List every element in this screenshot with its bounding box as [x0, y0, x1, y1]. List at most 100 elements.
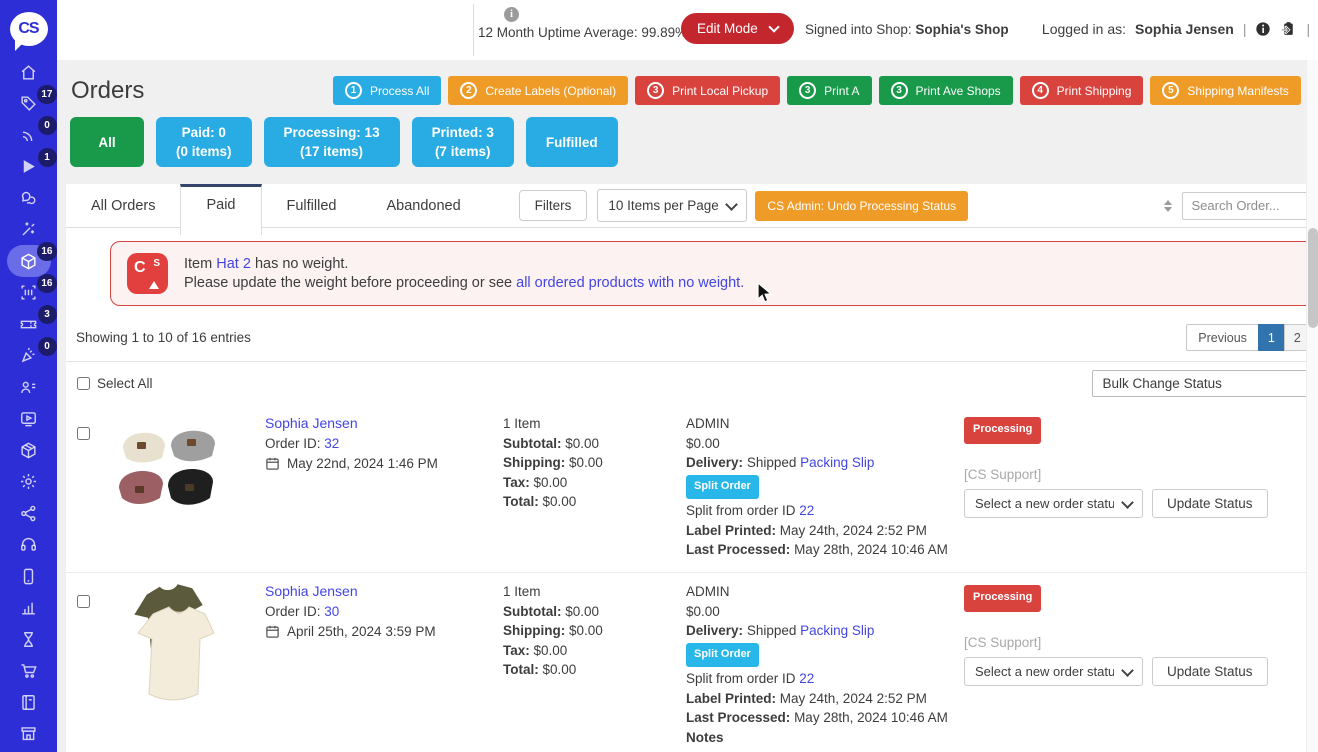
- tax-value: $0.00: [534, 475, 568, 490]
- sidebar-item-mobile-app[interactable]: [7, 566, 51, 586]
- search-order-input[interactable]: [1182, 192, 1318, 220]
- sidebar-item-orders[interactable]: 16: [7, 251, 51, 271]
- party-icon: [19, 346, 38, 365]
- process-all-button[interactable]: 1 Process All: [333, 76, 441, 105]
- sidebar-item-catalog[interactable]: [7, 692, 51, 712]
- headset-icon: [19, 535, 38, 554]
- packing-slip-link[interactable]: Packing Slip: [800, 623, 874, 638]
- sidebar-item-carts[interactable]: [7, 661, 51, 681]
- sidebar-item-automations[interactable]: [7, 220, 51, 240]
- tab-fulfilled[interactable]: Fulfilled: [262, 184, 362, 228]
- sort-icon[interactable]: [1164, 200, 1172, 212]
- sidebar-item-customers[interactable]: [7, 377, 51, 397]
- divider: |: [1306, 21, 1310, 37]
- filter-label: Processing: 13: [284, 123, 380, 142]
- update-status-button[interactable]: Update Status: [1152, 489, 1268, 518]
- product-image[interactable]: [113, 582, 265, 747]
- item-link[interactable]: Hat 2: [216, 256, 251, 272]
- select-all-checkbox[interactable]: [77, 377, 90, 390]
- filter-processing-button[interactable]: Processing: 13 (17 items): [264, 117, 400, 167]
- share-icon: [19, 504, 38, 523]
- order-checkbox[interactable]: [77, 427, 90, 440]
- step-number: 3: [799, 82, 816, 99]
- notes-label[interactable]: Notes: [686, 728, 964, 748]
- packing-slip-link[interactable]: Packing Slip: [800, 455, 874, 470]
- bar-chart-icon: [19, 598, 38, 617]
- print-ave-shops-button[interactable]: 3 Print Ave Shops: [879, 76, 1013, 105]
- total-value: $0.00: [543, 494, 577, 509]
- create-labels-button[interactable]: 2 Create Labels (Optional): [448, 76, 628, 105]
- items-per-page-select[interactable]: 10 Items per Page: [597, 189, 747, 222]
- tab-abandoned[interactable]: Abandoned: [361, 184, 485, 228]
- filter-printed-button[interactable]: Printed: 3 (7 items): [412, 117, 514, 167]
- edit-mode-button[interactable]: Edit Mode: [681, 13, 794, 44]
- switch-user-icon[interactable]: [1280, 20, 1297, 37]
- uptime-text: 12 Month Uptime Average: 99.89%: [478, 25, 687, 40]
- order-id-link[interactable]: 30: [324, 604, 339, 619]
- filter-all-button[interactable]: All: [70, 117, 144, 167]
- sidebar-item-waitlist[interactable]: [7, 629, 51, 649]
- split-order-id-link[interactable]: 22: [799, 671, 814, 686]
- magic-wand-icon: [19, 220, 38, 239]
- vertical-scrollbar[interactable]: [1306, 60, 1318, 752]
- shipping-value: $0.00: [569, 623, 603, 638]
- order-status-select[interactable]: Select a new order status..: [964, 489, 1143, 518]
- order-status-select[interactable]: Select a new order status..: [964, 657, 1143, 686]
- details-cell: ADMIN $0.00 Delivery: Shipped Packing Sl…: [686, 414, 964, 572]
- sidebar-item-inventory[interactable]: [7, 440, 51, 460]
- cs-admin-undo-button[interactable]: CS Admin: Undo Processing Status: [755, 191, 968, 221]
- no-weight-products-link[interactable]: all ordered products with no weight.: [516, 275, 744, 291]
- filters-button[interactable]: Filters: [519, 190, 588, 221]
- label-printed-value: May 24th, 2024 2:52 PM: [780, 523, 927, 538]
- tab-all-orders[interactable]: All Orders: [66, 184, 180, 228]
- order-id-link[interactable]: 32: [324, 436, 339, 451]
- channel-amount: $0.00: [686, 602, 964, 622]
- product-image[interactable]: [113, 414, 265, 572]
- sidebar-item-products[interactable]: 17: [7, 94, 51, 114]
- shipping-manifests-button[interactable]: 5 Shipping Manifests: [1150, 76, 1300, 105]
- order-row: Sophia Jensen Order ID: 30 April 25th, 2…: [66, 572, 1318, 747]
- sidebar-item-messages[interactable]: [7, 188, 51, 208]
- print-local-pickup-button[interactable]: 3 Print Local Pickup: [635, 76, 780, 105]
- pagination-page-1[interactable]: 1: [1258, 324, 1285, 351]
- sidebar-item-support[interactable]: [7, 535, 51, 555]
- scrollbar-thumb[interactable]: [1308, 228, 1318, 328]
- print-shipping-button[interactable]: 4 Print Shipping: [1020, 76, 1144, 105]
- bulk-change-status-select[interactable]: Bulk Change Status: [1092, 370, 1318, 397]
- sidebar-item-scan[interactable]: 16: [7, 283, 51, 303]
- badge-count: 16: [37, 242, 56, 261]
- customer-link[interactable]: Sophia Jensen: [265, 415, 358, 431]
- sidebar-item-coupons[interactable]: 3: [7, 314, 51, 334]
- info-icon[interactable]: i: [504, 7, 519, 22]
- contacts-icon: [19, 378, 38, 397]
- total-value: $0.00: [543, 662, 577, 677]
- badge-count: 16: [37, 274, 56, 293]
- split-order-id-link[interactable]: 22: [799, 503, 814, 518]
- sidebar-item-shop[interactable]: [7, 724, 51, 744]
- update-status-button[interactable]: Update Status: [1152, 657, 1268, 686]
- app-logo[interactable]: CS: [0, 0, 57, 58]
- details-cell: ADMIN $0.00 Delivery: Shipped Packing Sl…: [686, 582, 964, 747]
- sidebar-item-reports[interactable]: [7, 598, 51, 618]
- sidebar-item-live[interactable]: 1: [7, 157, 51, 177]
- sidebar-item-settings[interactable]: [7, 472, 51, 492]
- info-icon[interactable]: [1255, 21, 1271, 37]
- sidebar-item-broadcast[interactable]: 0: [7, 125, 51, 145]
- sidebar-item-home[interactable]: [7, 62, 51, 82]
- filter-label: All: [90, 133, 124, 152]
- filter-sublabel: (0 items): [176, 142, 232, 161]
- ticket-icon: [19, 315, 38, 334]
- order-checkbox[interactable]: [77, 595, 90, 608]
- print-a-button[interactable]: 3 Print A: [787, 76, 871, 105]
- sidebar-item-integrations[interactable]: [7, 503, 51, 523]
- filter-fulfilled-button[interactable]: Fulfilled: [526, 117, 618, 167]
- pagination-previous[interactable]: Previous: [1186, 324, 1259, 351]
- signed-into-label: Signed into Shop:: [805, 22, 912, 37]
- customer-link[interactable]: Sophia Jensen: [265, 583, 358, 599]
- sidebar-item-videos[interactable]: [7, 409, 51, 429]
- sidebar-item-giveaways[interactable]: 0: [7, 346, 51, 366]
- select-all-row: Select All Bulk Change Status: [66, 361, 1318, 405]
- tab-paid[interactable]: Paid: [180, 184, 261, 235]
- orders-card: All Orders Paid Fulfilled Abandoned Filt…: [66, 184, 1318, 752]
- filter-paid-button[interactable]: Paid: 0 (0 items): [156, 117, 252, 167]
